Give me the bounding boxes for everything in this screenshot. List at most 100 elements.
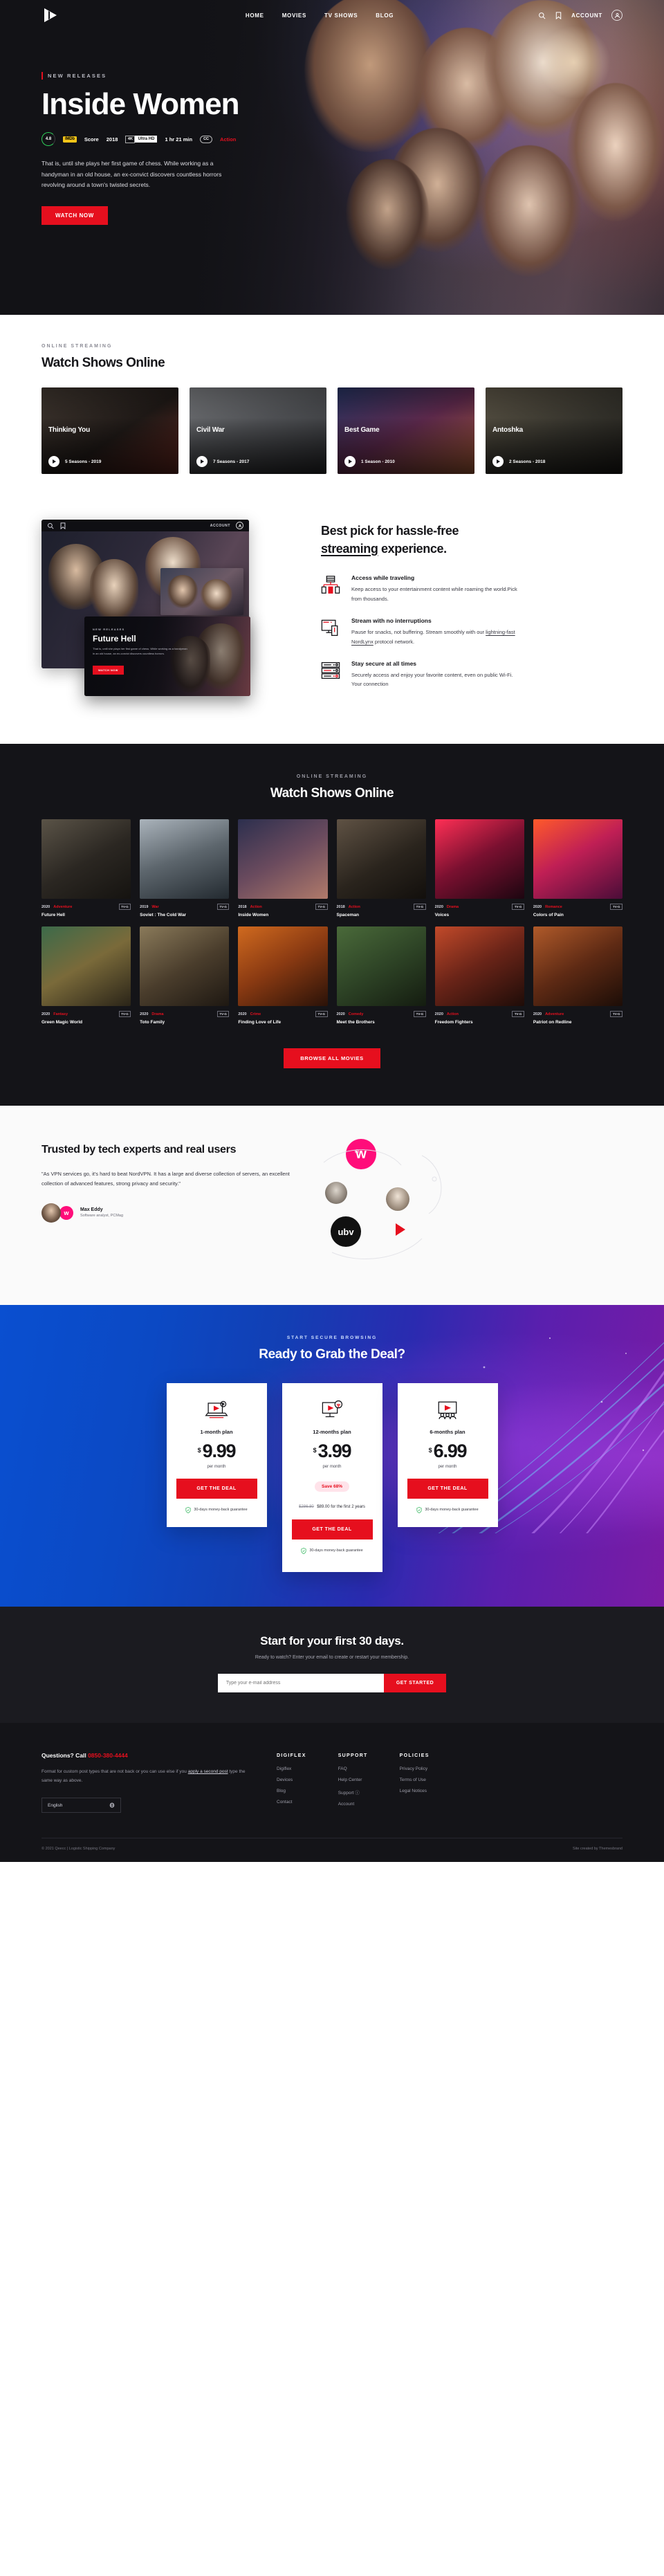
catalog-item[interactable]: 2020 Romance TV-G Colors of Pain bbox=[533, 819, 622, 917]
get-started-button[interactable]: GET STARTED bbox=[383, 1674, 447, 1693]
footer-columns: DIGIFLEX Digiflex Devices Blog Contact SUPPOR… bbox=[277, 1752, 622, 1813]
catalog-item[interactable]: 2020 Drama TV-G Voices bbox=[434, 819, 524, 917]
trust-content: Trusted by tech experts and real users "… bbox=[42, 1142, 290, 1223]
site-credit: Site created by Themesbrand bbox=[572, 1847, 622, 1852]
shield-check-icon bbox=[185, 1507, 191, 1514]
account-label[interactable]: ACCOUNT bbox=[571, 12, 602, 19]
hero-duration: 1 hr 21 min bbox=[165, 136, 193, 143]
shows-title: Watch Shows Online bbox=[42, 356, 165, 370]
get-the-deal-button[interactable]: GET THE DEAL bbox=[291, 1519, 373, 1540]
play-logo[interactable] bbox=[42, 6, 59, 24]
play-icon[interactable] bbox=[196, 456, 208, 467]
footer-link[interactable]: FAQ bbox=[338, 1766, 368, 1771]
money-back-note: 30-days money-back guarantee bbox=[292, 1548, 373, 1555]
catalog-meta-row: 2020 Adventure TV-G bbox=[533, 1011, 622, 1018]
email-field[interactable] bbox=[217, 1674, 384, 1693]
shield-check-icon bbox=[301, 1548, 306, 1555]
get-the-deal-button[interactable]: GET THE DEAL bbox=[176, 1479, 257, 1499]
play-icon[interactable] bbox=[344, 456, 356, 467]
catalog-item[interactable]: 2019 War TV-G Soviet : The Cold War bbox=[140, 819, 230, 917]
footer-link[interactable]: Privacy Policy bbox=[400, 1766, 430, 1771]
catalog-item[interactable]: 2018 Action TV-G Inside Women bbox=[238, 819, 328, 917]
signup-title: Start for your first 30 days. bbox=[260, 1634, 404, 1648]
original-price: $286.80 bbox=[299, 1505, 314, 1510]
search-icon[interactable] bbox=[538, 12, 546, 19]
plan-name: 12-months plan bbox=[313, 1429, 351, 1436]
trust-bubbles: w ubv bbox=[318, 1139, 622, 1266]
footer-link[interactable]: Support ⓘ bbox=[338, 1789, 368, 1796]
show-card[interactable]: Best Game 1 Season - 2010 bbox=[338, 387, 474, 474]
catalog-meta-row: 2020 Comedy TV-G bbox=[337, 1011, 426, 1018]
plan-price: $ 3.99 bbox=[292, 1442, 373, 1461]
catalog-name: Toto Family bbox=[140, 1020, 165, 1025]
monitor-wifi-icon bbox=[292, 1398, 373, 1423]
user-avatar-icon bbox=[236, 522, 243, 529]
show-card[interactable]: Thinking You 5 Seasons - 2019 bbox=[42, 387, 178, 474]
catalog-poster bbox=[533, 926, 622, 1007]
catalog-genre: Action bbox=[348, 904, 360, 909]
catalog-name: Colors of Pain bbox=[533, 913, 564, 918]
show-card[interactable]: Civil War 7 Seasons - 2017 bbox=[190, 387, 326, 474]
shield-check-icon bbox=[416, 1507, 422, 1514]
catalog-year: 2018 bbox=[238, 904, 247, 909]
pricing-plans: 1-month plan $ 9.99 per month GET THE DE… bbox=[0, 1383, 664, 1573]
catalog-item[interactable]: 2020 Comedy TV-G Meet the Brothers bbox=[336, 926, 426, 1025]
footer-column: SUPPORT FAQ Help Center Support ⓘ Account bbox=[338, 1753, 368, 1813]
amount: 3.99 bbox=[317, 1441, 352, 1462]
play-icon[interactable] bbox=[492, 456, 504, 467]
save-badge: Save 68% bbox=[315, 1481, 349, 1492]
footer-phone-link[interactable]: 0850-380-4444 bbox=[88, 1752, 128, 1759]
catalog-item[interactable]: 2020 Action TV-G Freedom Fighters bbox=[434, 926, 524, 1025]
play-icon[interactable] bbox=[48, 456, 59, 467]
catalog-rating: TV-G bbox=[414, 1011, 426, 1018]
language-select[interactable]: English bbox=[42, 1798, 121, 1814]
money-back-note: 30-days money-back guarantee bbox=[176, 1507, 257, 1514]
catalog-item[interactable]: 2020 Adventure TV-G Patriot on Redline bbox=[533, 926, 622, 1025]
shows-eyebrow: ONLINE STREAMING bbox=[42, 344, 113, 349]
show-card[interactable]: Antoshka 2 Seasons - 2018 bbox=[486, 387, 622, 474]
nav-link-movies[interactable]: MOVIES bbox=[282, 12, 306, 19]
catalog-item[interactable]: 2020 Drama TV-G Toto Family bbox=[140, 926, 230, 1025]
catalog-year: 2020 bbox=[42, 1012, 50, 1016]
watch-now-button[interactable]: WATCH NOW bbox=[42, 206, 108, 226]
search-icon[interactable] bbox=[47, 522, 54, 529]
banner-watch-button[interactable]: WATCH NOW bbox=[93, 665, 124, 675]
catalog-poster bbox=[533, 819, 622, 899]
catalog-meta-row: 2018 Action TV-G bbox=[238, 904, 328, 911]
footer-note-link[interactable]: apply a second post bbox=[188, 1769, 228, 1774]
nav-link-tv-shows[interactable]: TV SHOWS bbox=[324, 12, 358, 19]
catalog-meta-row: 2020 Romance TV-G bbox=[533, 904, 622, 911]
plan-card-featured[interactable]: 12-months plan $ 3.99 per month Save 68%… bbox=[282, 1383, 382, 1573]
catalog-poster bbox=[434, 819, 524, 899]
catalog-item[interactable]: 2018 Action TV-G Spaceman bbox=[336, 819, 426, 917]
quality-value: Ultra HD bbox=[135, 136, 158, 143]
bookmark-icon[interactable] bbox=[555, 11, 562, 19]
bookmark-icon[interactable] bbox=[59, 522, 66, 529]
browse-wrapper: BROWSE ALL MOVIES bbox=[42, 1048, 622, 1069]
plan-card[interactable]: 6-months plan $ 6.99 per month GET THE D… bbox=[397, 1383, 498, 1528]
reviewer-role: Software analyst, PCMag bbox=[80, 1214, 124, 1218]
heading-rest: experience. bbox=[378, 541, 447, 556]
plan-price: $ 9.99 bbox=[176, 1442, 257, 1461]
footer-link[interactable]: Contact bbox=[277, 1800, 306, 1805]
user-avatar-icon[interactable] bbox=[611, 10, 622, 21]
nav-link-blog[interactable]: BLOG bbox=[376, 12, 394, 19]
footer-link[interactable]: Legal Notices bbox=[400, 1789, 430, 1793]
banner-title: Future Hell bbox=[93, 634, 136, 643]
catalog-item[interactable]: 2020 Fantasy TV-G Green Magic World bbox=[42, 926, 131, 1025]
footer-link[interactable]: Terms of Use bbox=[400, 1778, 430, 1782]
footer-link[interactable]: Digiflex bbox=[277, 1766, 306, 1771]
footer-link[interactable]: Devices bbox=[277, 1778, 306, 1782]
footer-link[interactable]: Blog bbox=[277, 1789, 306, 1793]
get-the-deal-button[interactable]: GET THE DEAL bbox=[407, 1479, 488, 1499]
footer-link[interactable]: Account bbox=[338, 1802, 368, 1807]
nav-link-home[interactable]: HOME bbox=[246, 12, 264, 19]
catalog-item[interactable]: 2020 Crime TV-G Finding Love of Life bbox=[238, 926, 328, 1025]
show-meta: 2 Seasons - 2018 bbox=[509, 459, 546, 464]
browse-all-movies-button[interactable]: BROWSE ALL MOVIES bbox=[284, 1048, 380, 1069]
deal-eyebrow: START SECURE BROWSING bbox=[286, 1335, 378, 1341]
plan-card[interactable]: 1-month plan $ 9.99 per month GET THE DE… bbox=[166, 1383, 267, 1528]
footer-link[interactable]: Help Center bbox=[338, 1778, 368, 1782]
catalog-item[interactable]: 2020 Adventure TV-G Future Hell bbox=[42, 819, 131, 917]
score-ring: 4.8 bbox=[42, 132, 55, 146]
